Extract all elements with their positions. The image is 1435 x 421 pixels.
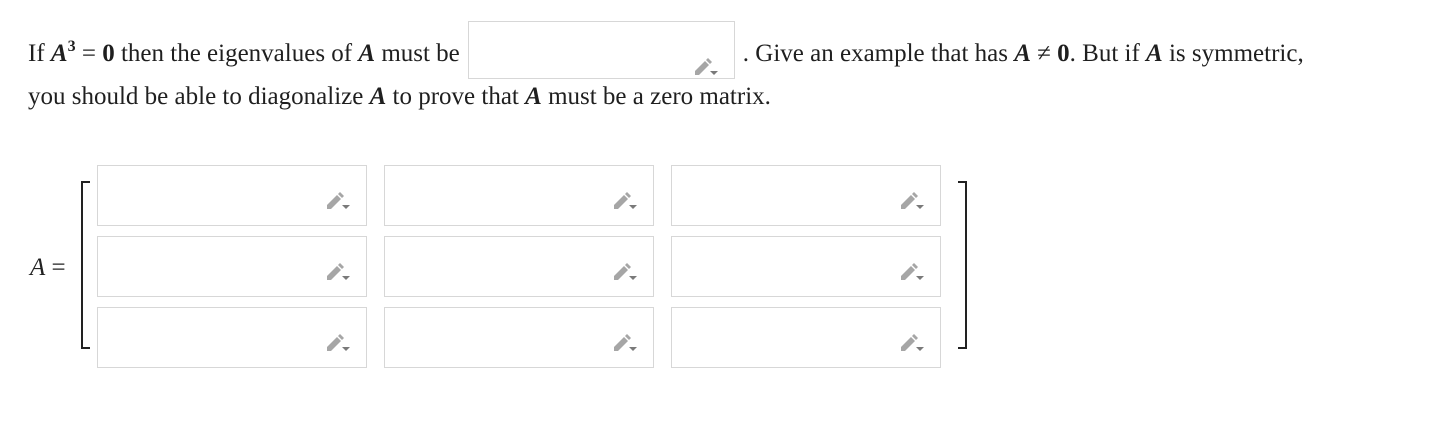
math-equals: = xyxy=(75,40,103,67)
math-exponent: 3 xyxy=(67,38,76,55)
math-A: A xyxy=(358,40,376,67)
math-A: A xyxy=(525,83,542,110)
matrix-cell-input[interactable] xyxy=(97,236,367,297)
text-if: If xyxy=(28,40,45,67)
matrix-cell-input[interactable] xyxy=(97,165,367,226)
pencil-edit-icon[interactable] xyxy=(898,333,926,353)
matrix-cell-input[interactable] xyxy=(671,236,941,297)
matrix-label: A = xyxy=(30,254,66,282)
pencil-edit-icon[interactable] xyxy=(611,333,639,353)
text-eigenvalues: then the eigenvalues of xyxy=(114,40,359,67)
text-diagonalize: you should be able to diagonalize xyxy=(28,83,370,110)
text-is-symmetric: is symmetric, xyxy=(1162,40,1304,67)
pencil-edit-icon[interactable] xyxy=(692,45,720,76)
matrix-left-bracket xyxy=(81,181,90,349)
math-A: A xyxy=(369,83,387,110)
math-A: A xyxy=(1146,40,1163,67)
text-zero-matrix: must be a zero matrix. xyxy=(541,83,771,110)
question-line-1: If A3 = 0 then the eigenvalues of A must… xyxy=(28,21,1428,80)
math-not-equal: ≠ xyxy=(1030,40,1058,67)
text-must-be: must be xyxy=(375,40,460,67)
pencil-edit-icon[interactable] xyxy=(324,333,352,353)
math-A: A xyxy=(50,40,68,67)
pencil-edit-icon[interactable] xyxy=(324,262,352,282)
math-zero: 0 xyxy=(102,40,115,67)
matrix-equals: = xyxy=(45,254,66,281)
pencil-edit-icon[interactable] xyxy=(611,262,639,282)
question-text: If A3 = 0 then the eigenvalues of A must… xyxy=(28,21,1428,122)
question-line-2: you should be able to diagonalize A to p… xyxy=(28,72,1428,122)
text-to-prove: to prove that xyxy=(386,83,526,110)
matrix-cell-input[interactable] xyxy=(97,307,367,368)
matrix-cell-input[interactable] xyxy=(384,307,654,368)
matrix-symbol: A xyxy=(30,254,46,281)
matrix-cell-input[interactable] xyxy=(384,165,654,226)
matrix-cell-input[interactable] xyxy=(384,236,654,297)
matrix-right-bracket xyxy=(958,181,967,349)
text-give-example: . Give an example that has xyxy=(742,40,1015,67)
pencil-edit-icon[interactable] xyxy=(324,191,352,211)
matrix-cell-input[interactable] xyxy=(671,165,941,226)
pencil-edit-icon[interactable] xyxy=(611,191,639,211)
math-A: A xyxy=(1014,40,1031,67)
math-zero: 0 xyxy=(1057,40,1070,67)
pencil-edit-icon[interactable] xyxy=(898,262,926,282)
pencil-edit-icon[interactable] xyxy=(898,191,926,211)
text-but-if: . But if xyxy=(1069,40,1147,67)
matrix-cell-input[interactable] xyxy=(671,307,941,368)
eigenvalue-answer-input[interactable] xyxy=(467,21,735,80)
